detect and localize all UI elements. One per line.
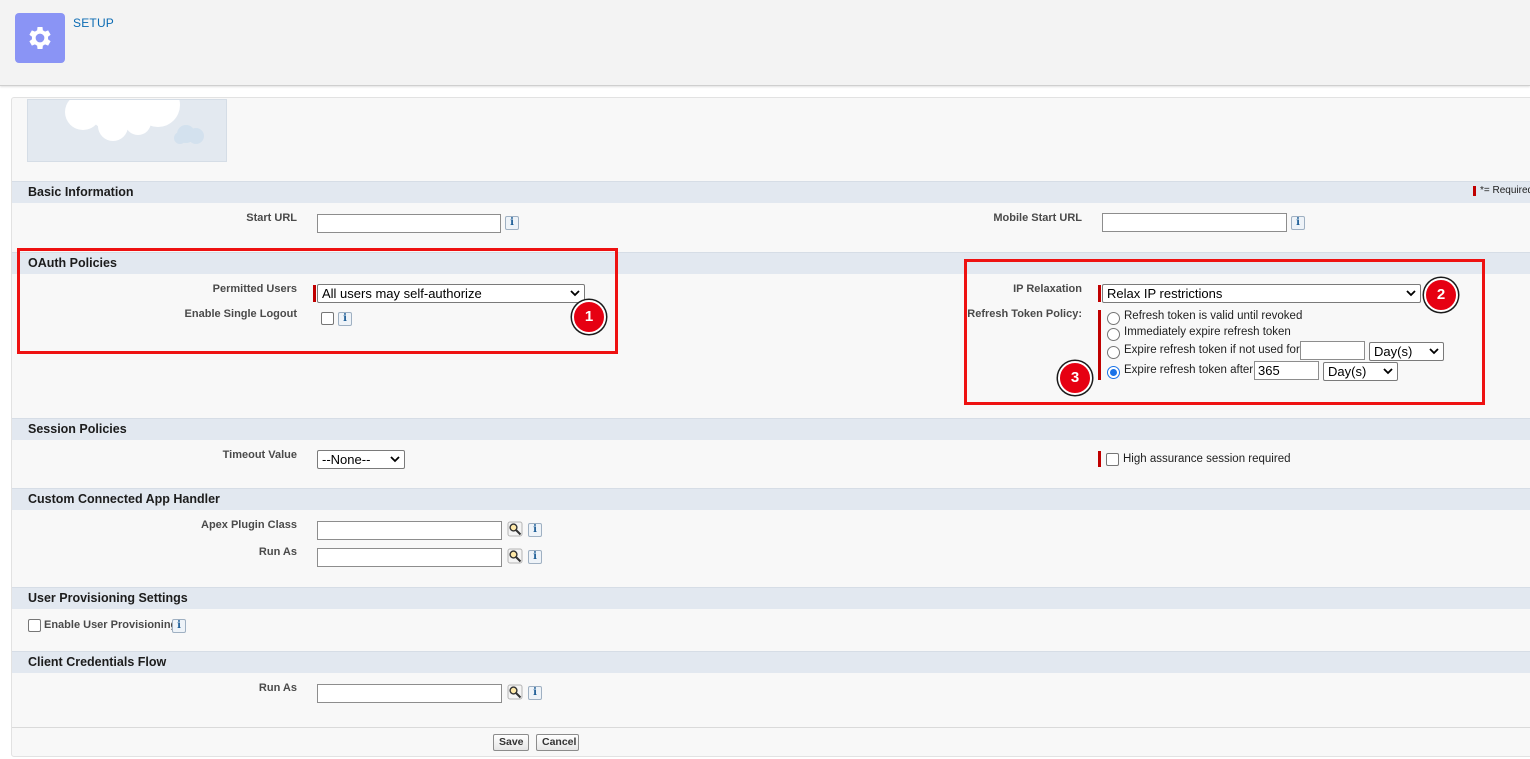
chevron-down-icon [390,456,400,463]
annotation-marker-3: 3 [1058,361,1092,395]
footer-divider [12,727,1530,728]
mobile-start-url-label: Mobile Start URL [993,212,1082,224]
info-icon[interactable]: i [528,686,542,700]
cancel-button[interactable]: Cancel [536,734,579,751]
required-indicator [1098,451,1101,467]
section-session-policies: Session Policies [12,418,1530,440]
app-logo [27,99,227,162]
setup-header [0,0,1530,86]
section-client-credentials: Client Credentials Flow [12,651,1530,673]
highlight-box-1 [17,248,618,354]
high-assurance-checkbox[interactable] [1106,453,1119,466]
run-as-label: Run As [258,682,297,694]
section-custom-handler: Custom Connected App Handler [12,488,1530,510]
run-as-input[interactable] [317,548,502,567]
info-icon[interactable]: i [172,619,186,633]
section-title: Session Policies [28,422,127,436]
timeout-value-select[interactable]: --None-- [317,450,405,469]
lookup-icon[interactable] [507,548,523,564]
section-user-provisioning: User Provisioning Settings [12,587,1530,609]
required-legend-text: = Required [1483,185,1530,196]
required-indicator [1473,186,1476,196]
gear-icon [15,13,65,63]
run-as-label: Run As [258,546,297,558]
section-title: User Provisioning Settings [28,591,188,605]
section-basic-information: Basic Information [12,181,1530,203]
annotation-marker-1: 1 [572,300,606,334]
annotation-marker-2: 2 [1424,278,1458,312]
enable-user-provisioning-checkbox[interactable] [28,619,41,632]
highlight-box-2 [964,259,1485,405]
info-icon[interactable]: i [528,523,542,537]
enable-user-provisioning-label: Enable User Provisioning [44,619,178,631]
apex-plugin-class-label: Apex Plugin Class [201,519,297,531]
section-title: Client Credentials Flow [28,655,167,669]
info-icon[interactable]: i [528,550,542,564]
setup-link[interactable]: SETUP [73,16,114,30]
info-icon[interactable]: i [505,216,519,230]
required-legend: *= Required [1480,185,1530,196]
high-assurance-label: High assurance session required [1123,453,1291,465]
section-title: Custom Connected App Handler [28,492,220,506]
select-value: --None-- [322,452,371,467]
lookup-icon[interactable] [507,684,523,700]
apex-plugin-class-input[interactable] [317,521,502,540]
client-credentials-run-as-input[interactable] [317,684,502,703]
section-title: Basic Information [28,185,134,199]
timeout-value-label: Timeout Value [222,449,297,461]
start-url-label: Start URL [246,212,297,224]
lookup-icon[interactable] [507,521,523,537]
mobile-start-url-input[interactable] [1102,213,1287,232]
save-button[interactable]: Save [493,734,529,751]
start-url-input[interactable] [317,214,501,233]
info-icon[interactable]: i [1291,216,1305,230]
